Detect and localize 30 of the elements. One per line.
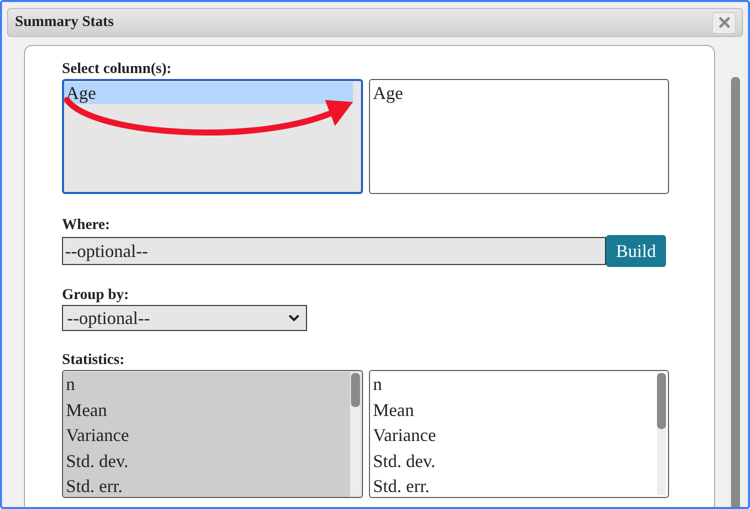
field-label: Statistics: — [62, 351, 126, 369]
list-item[interactable]: Std. err. — [370, 474, 668, 497]
field-label: Group by: — [62, 286, 130, 304]
field-label: Select column(s): — [62, 60, 173, 78]
list-item[interactable]: n — [63, 372, 350, 398]
group-by-select[interactable]: --optional-- — [62, 305, 307, 331]
dialog-title: Summary Stats — [15, 13, 114, 32]
list-item[interactable]: Mean — [63, 398, 350, 423]
scrollbar-thumb[interactable] — [657, 373, 666, 429]
statistics-list[interactable]: n Mean Variance Std. dev. Std. err. — [62, 370, 363, 498]
scrollbar-thumb[interactable] — [351, 373, 360, 407]
list-item[interactable]: Std. dev. — [370, 448, 668, 474]
where-field[interactable]: --optional-- — [62, 237, 606, 265]
list-item[interactable]: Mean — [370, 398, 668, 423]
close-icon — [718, 17, 730, 28]
list-item[interactable]: Age — [64, 82, 353, 104]
list-item[interactable]: Age — [370, 82, 668, 104]
column-list[interactable]: Age — [62, 79, 363, 194]
list-item[interactable]: Variance — [63, 423, 350, 448]
list-item[interactable]: n — [370, 372, 668, 398]
selected-column-list[interactable]: Age — [369, 79, 669, 194]
close-button[interactable] — [712, 12, 736, 34]
field-label: Where: — [62, 216, 112, 234]
list-item[interactable]: Std. dev. — [63, 448, 350, 474]
list-item[interactable]: Variance — [370, 423, 668, 448]
chevron-down-icon — [288, 314, 300, 322]
selected-statistics-list[interactable]: n Mean Variance Std. dev. Std. err. — [369, 370, 669, 498]
build-button[interactable]: Build — [606, 235, 666, 267]
scrollbar[interactable] — [731, 77, 740, 507]
list-item[interactable]: Std. err. — [63, 474, 350, 497]
